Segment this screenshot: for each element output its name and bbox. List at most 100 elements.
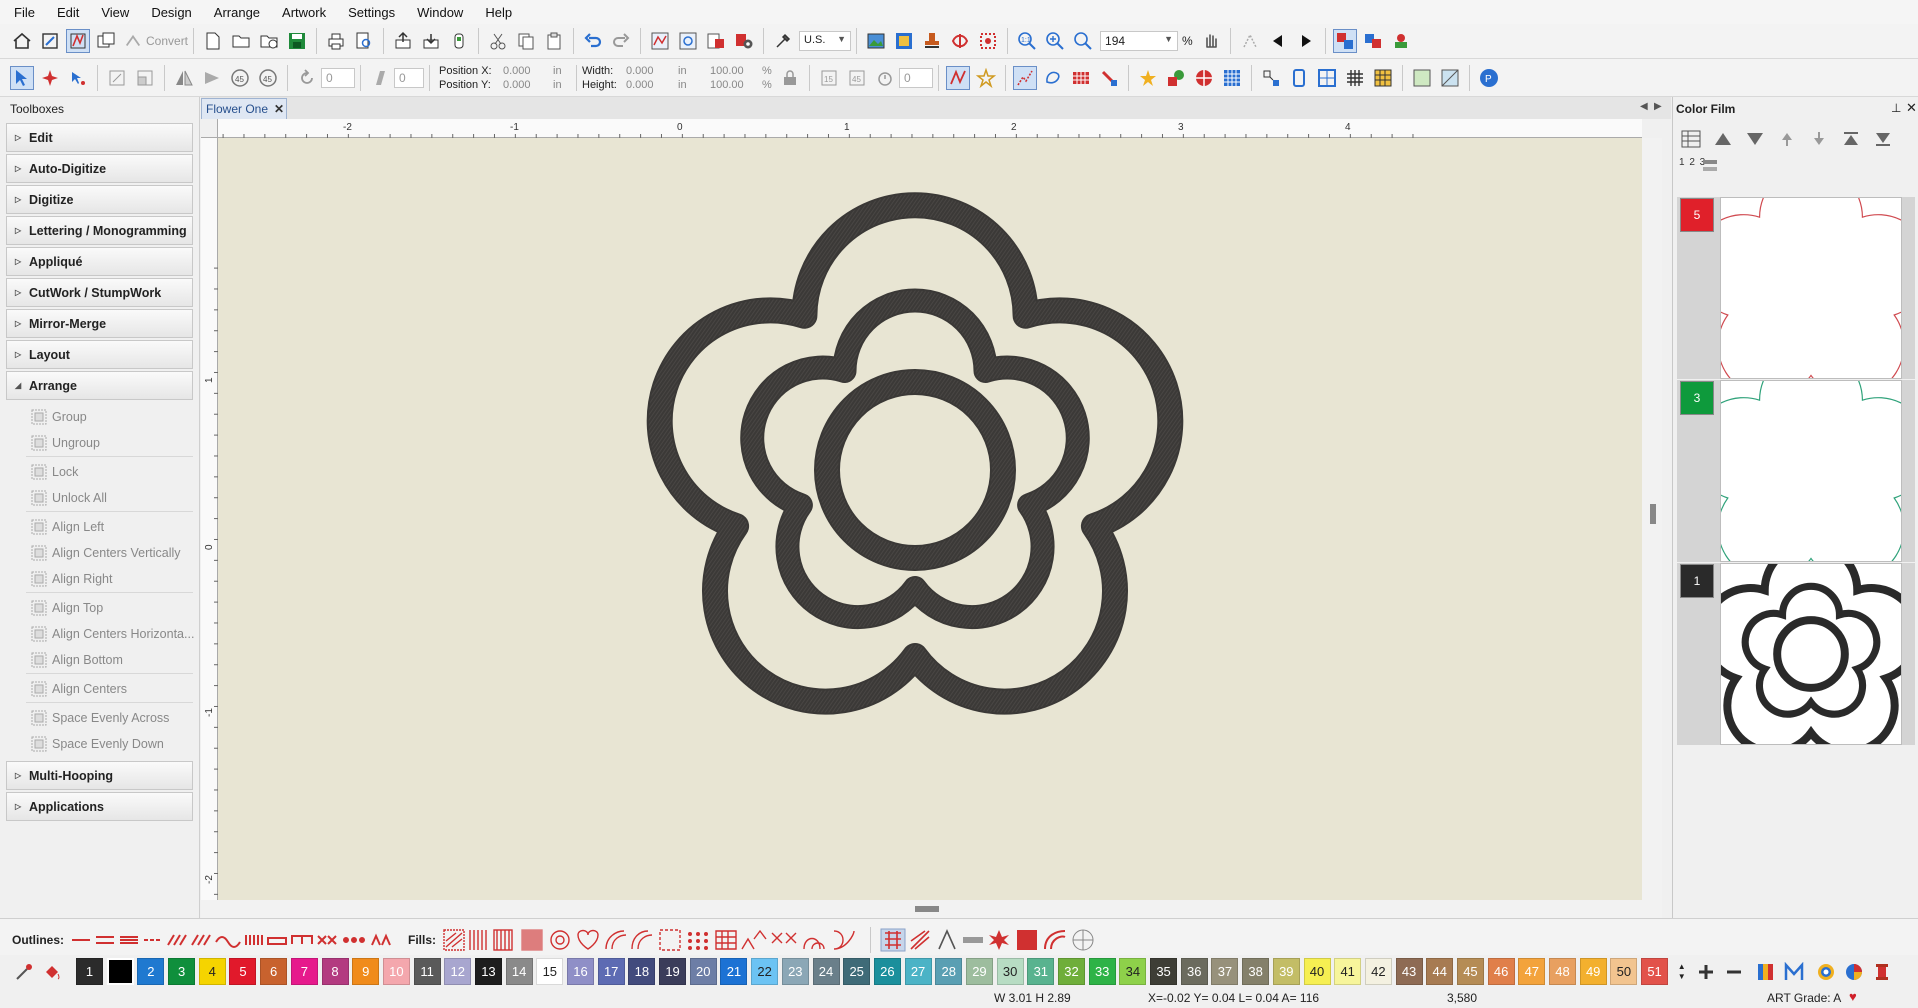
count-45-icon[interactable]: 45 — [845, 66, 869, 90]
horizontal-scroll-thumb[interactable] — [915, 906, 939, 912]
thread-swatch[interactable]: 4 — [198, 958, 226, 985]
special-stitch-types[interactable] — [879, 927, 1099, 953]
timer-icon[interactable] — [873, 66, 897, 90]
arrange-align-right[interactable]: Align Right — [26, 566, 199, 592]
thread-swatch[interactable]: 12 — [444, 958, 472, 985]
thread-swatch[interactable]: 24 — [812, 958, 840, 985]
thread-swatch[interactable]: 47 — [1518, 958, 1546, 985]
palette-scroll-down-icon[interactable]: ▼ — [1678, 972, 1686, 982]
thread-swatch[interactable]: 49 — [1579, 958, 1607, 985]
grid-fill-icon[interactable] — [1220, 66, 1244, 90]
thread-swatch[interactable]: 3 — [168, 958, 196, 985]
hoop-grid-icon[interactable] — [1315, 66, 1339, 90]
thread-swatch[interactable]: 41 — [1334, 958, 1362, 985]
thread-swatch[interactable]: 18 — [628, 958, 656, 985]
move-to-bottom-icon[interactable] — [1871, 127, 1895, 151]
thread-swatch[interactable]: 19 — [659, 958, 687, 985]
thread-swatch[interactable]: 35 — [1150, 958, 1178, 985]
horizontal-scrollbar[interactable] — [201, 900, 1662, 918]
star-outline-icon[interactable] — [974, 66, 998, 90]
windows-icon[interactable] — [94, 29, 118, 53]
move-down-one-icon[interactable] — [1807, 127, 1831, 151]
thread-swatch[interactable]: 29 — [965, 958, 993, 985]
thread-swatch[interactable]: 51 — [1641, 958, 1669, 985]
stitch-select-icon[interactable] — [1238, 29, 1262, 53]
paste-icon[interactable] — [542, 29, 566, 53]
stitch-view-icon[interactable] — [948, 29, 972, 53]
menu-settings[interactable]: Settings — [348, 5, 395, 20]
thread-swatch[interactable]: 48 — [1549, 958, 1576, 985]
thread-swatch[interactable]: 39 — [1272, 958, 1300, 985]
write-to-machine-icon[interactable] — [419, 29, 443, 53]
thread-swatch[interactable]: 14 — [505, 958, 533, 985]
edit-design-icon[interactable] — [38, 29, 62, 53]
thread-swatch[interactable]: 33 — [1088, 958, 1116, 985]
background-fabric-icon[interactable] — [1410, 66, 1434, 90]
cut-icon[interactable] — [486, 29, 510, 53]
color-wizard-icon[interactable] — [1389, 29, 1413, 53]
thread-swatch[interactable]: 37 — [1211, 958, 1239, 985]
vertical-scroll-thumb[interactable] — [1650, 504, 1656, 524]
show-picture-icon[interactable] — [864, 29, 888, 53]
redo-icon[interactable] — [609, 29, 633, 53]
thread-swatch[interactable]: 32 — [1058, 958, 1085, 985]
settings-gear-icon[interactable] — [732, 29, 756, 53]
thread-swatch[interactable]: 23 — [781, 958, 809, 985]
reference-point-icon[interactable] — [1259, 66, 1283, 90]
menu-window[interactable]: Window — [417, 5, 463, 20]
zoom-out-icon[interactable] — [1071, 29, 1095, 53]
optimize-icon[interactable]: P — [1477, 66, 1501, 90]
toolbox-section-multi-hooping[interactable]: ▷ Multi-Hooping — [6, 761, 193, 790]
menu-file[interactable]: File — [14, 5, 35, 20]
save-icon[interactable] — [285, 29, 309, 53]
toolbox-section-applications[interactable]: ▷ Applications — [6, 792, 193, 821]
units-select[interactable]: U.S. ▼ — [799, 31, 852, 51]
flower-embroidery-design[interactable] — [218, 138, 1642, 900]
grid-view-icon[interactable] — [976, 29, 1000, 53]
thread-swatch[interactable]: 21 — [720, 958, 748, 985]
arrange-space-evenly-across[interactable]: Space Evenly Across — [26, 705, 199, 731]
open-folder-icon[interactable] — [229, 29, 253, 53]
toolbox-section-arrange[interactable]: ◢ Arrange — [6, 371, 193, 400]
applique-shape-icon[interactable] — [1192, 66, 1216, 90]
color-film-entry[interactable]: 3 — [1677, 348, 1918, 581]
export-icon[interactable] — [391, 29, 415, 53]
arrange-align-bottom[interactable]: Align Bottom — [26, 647, 199, 673]
arrange-group[interactable]: Group — [26, 404, 199, 430]
running-stitch-icon[interactable] — [946, 65, 970, 90]
thread-swatch[interactable]: 34 — [1119, 958, 1147, 985]
point-select-icon[interactable] — [38, 66, 62, 90]
arrange-align-centers-horizonta[interactable]: Align Centers Horizonta... — [26, 621, 199, 647]
thread-swatch[interactable]: 31 — [1027, 958, 1055, 985]
palette-scroll[interactable]: ▲ ▼ — [1678, 962, 1686, 982]
width-input[interactable]: 0.000 — [626, 65, 678, 77]
thread-swatch[interactable]: 2 — [137, 958, 165, 985]
thread-swatch[interactable]: 5 — [229, 958, 257, 985]
sort-icon[interactable] — [1703, 159, 1719, 177]
toolbox-section-mirror-merge[interactable]: ▷ Mirror-Merge — [6, 309, 193, 338]
eyedropper-icon[interactable] — [12, 960, 36, 984]
paint-bucket-icon[interactable] — [40, 960, 64, 984]
thread-swatch[interactable] — [106, 958, 134, 985]
usb-icon[interactable] — [447, 29, 471, 53]
thread-swatch[interactable]: 40 — [1303, 958, 1331, 985]
menu-arrange[interactable]: Arrange — [214, 5, 260, 20]
thread-swatch[interactable]: 36 — [1180, 958, 1208, 985]
palette-scroll-up-icon[interactable]: ▲ — [1678, 962, 1686, 972]
design-canvas[interactable] — [218, 138, 1642, 900]
position-y-input[interactable]: 0.000 — [503, 79, 553, 91]
thread-swatch[interactable]: 17 — [597, 958, 625, 985]
zoom-1to1-icon[interactable]: 1:1 — [1015, 29, 1039, 53]
menu-artwork[interactable]: Artwork — [282, 5, 326, 20]
pan-hand-icon[interactable] — [1199, 29, 1223, 53]
position-x-input[interactable]: 0.000 — [503, 65, 553, 77]
color-sort-icon[interactable] — [704, 29, 728, 53]
previous-icon[interactable] — [1266, 29, 1290, 53]
scale-icon[interactable] — [133, 66, 157, 90]
thread-swatch[interactable]: 8 — [321, 958, 349, 985]
freehand-select-icon[interactable] — [66, 66, 90, 90]
menu-edit[interactable]: Edit — [57, 5, 79, 20]
freehand-shape-icon[interactable] — [1041, 66, 1065, 90]
thread-swatch[interactable]: 20 — [689, 958, 717, 985]
arrange-space-evenly-down[interactable]: Space Evenly Down — [26, 731, 199, 757]
